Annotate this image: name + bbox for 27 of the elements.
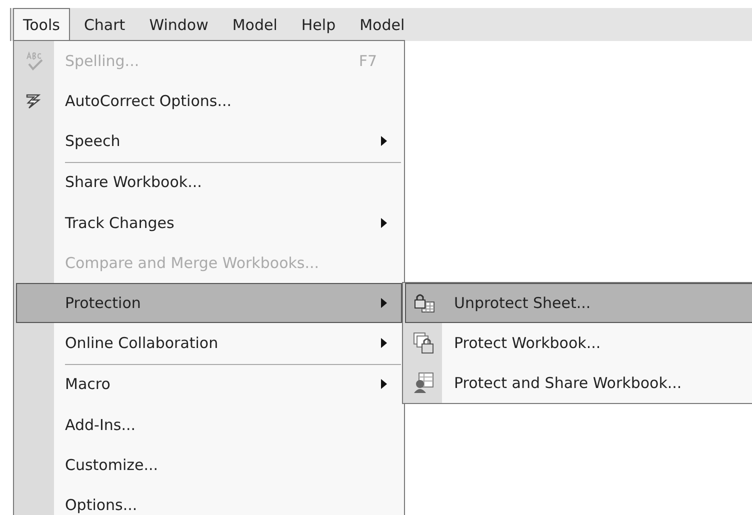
menu-item[interactable]: Track Changes — [16, 203, 402, 243]
submenu-arrow-icon — [381, 338, 387, 348]
menu-bar-item[interactable]: Model — [222, 8, 288, 41]
person-sheets-icon — [413, 372, 435, 394]
menu-item[interactable]: Online Collaboration — [16, 323, 402, 363]
spelling-check-icon — [25, 51, 45, 71]
menu-bar-item[interactable]: Model — [350, 8, 415, 41]
submenu-arrow-icon — [381, 298, 387, 308]
padlock-sheets-icon — [413, 332, 435, 354]
menu-item[interactable]: Protection — [16, 283, 402, 323]
submenu-arrow-icon — [381, 136, 387, 146]
menu-item[interactable]: AutoCorrect Options... — [16, 81, 402, 121]
menu-item[interactable]: Customize... — [16, 445, 402, 485]
menu-bar-item[interactable]: Help — [291, 8, 346, 41]
shortcut-label: F7 — [358, 52, 377, 70]
submenu-arrow-icon — [381, 379, 387, 389]
menu-bar-item[interactable]: Window — [139, 8, 218, 41]
menu-item[interactable]: Protect and Share Workbook... — [405, 363, 752, 403]
submenu-arrow-icon — [381, 218, 387, 228]
menu-item[interactable]: Speech — [16, 121, 402, 161]
menu-item[interactable]: Unprotect Sheet... — [405, 283, 752, 323]
menu-bar-item[interactable]: Chart — [74, 8, 136, 41]
menu-bar-item[interactable]: Tools — [13, 8, 70, 41]
padlock-sheet-icon — [413, 292, 435, 314]
menu-item[interactable]: Add-Ins... — [16, 405, 402, 445]
menu-item[interactable]: Options... — [16, 485, 402, 515]
menu-item[interactable]: Protect Workbook... — [405, 323, 752, 363]
